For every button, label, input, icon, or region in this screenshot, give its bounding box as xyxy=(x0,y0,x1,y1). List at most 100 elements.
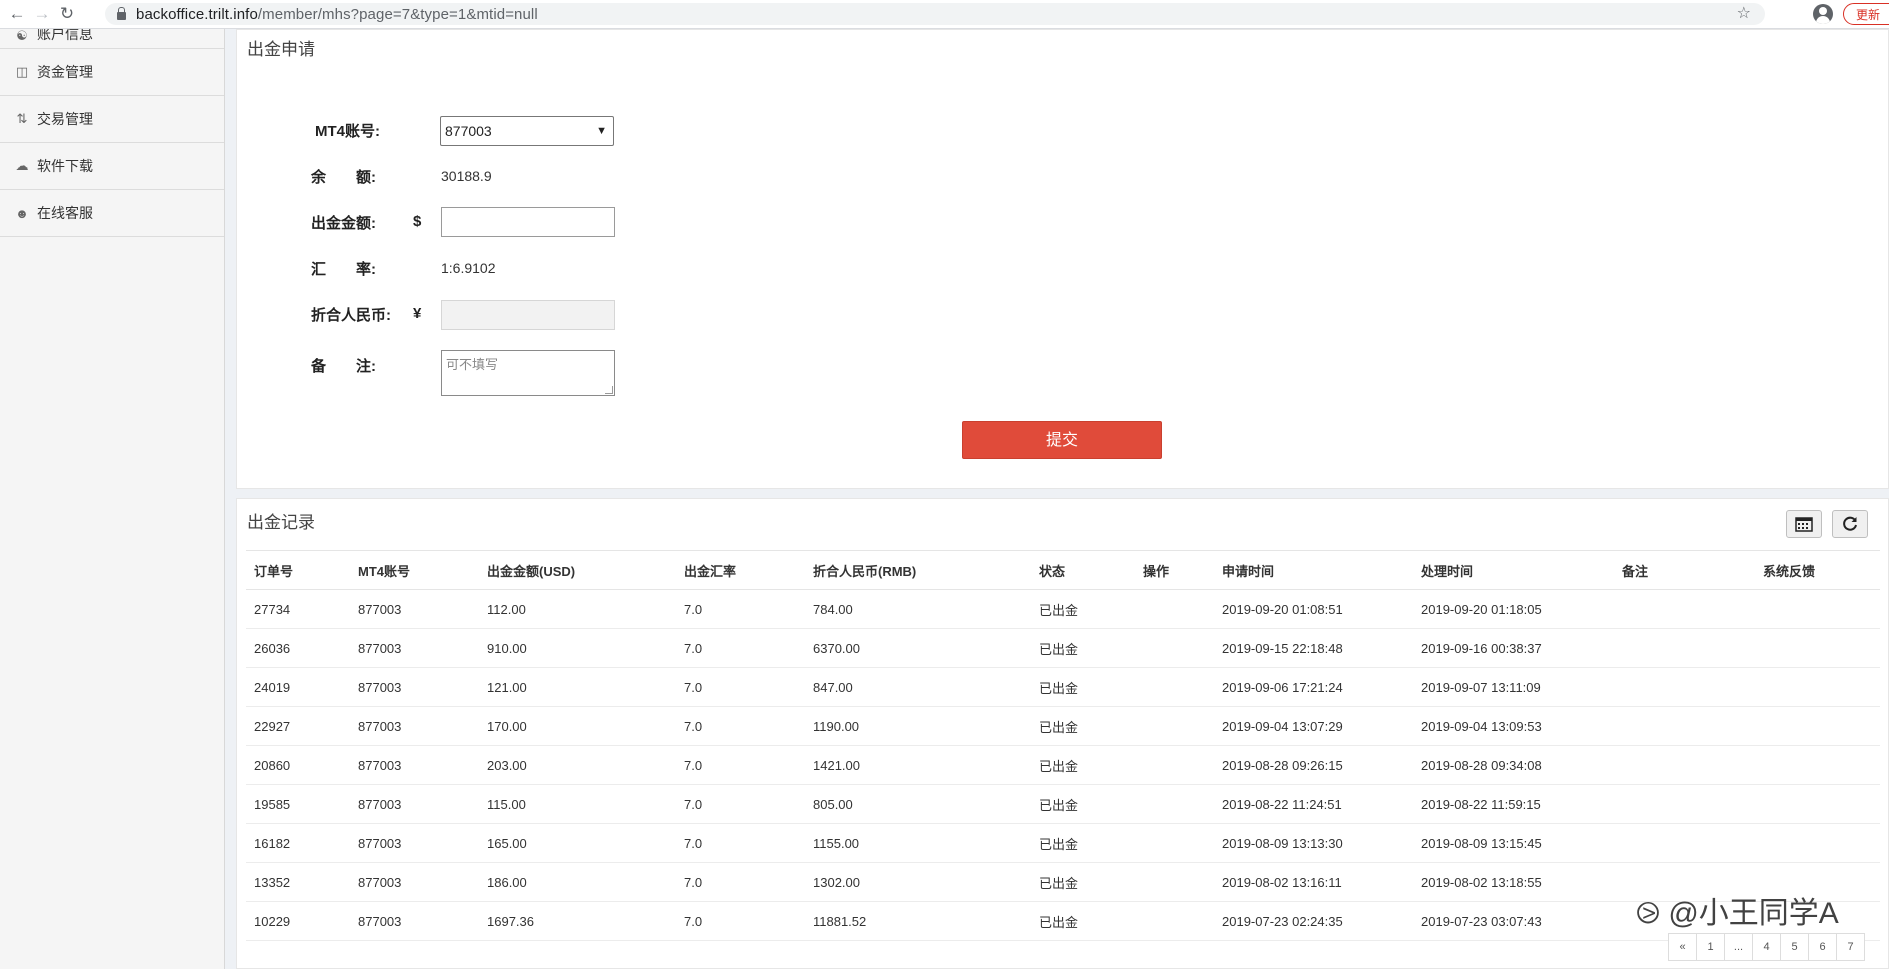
sidebar-item-support[interactable]: ☻ 在线客服 xyxy=(0,190,224,237)
dollar-symbol: $ xyxy=(413,213,422,230)
address-bar[interactable]: backoffice.trilt.info/member/mhs?page=7&… xyxy=(105,3,1765,25)
table-cell: 2019-08-28 09:34:08 xyxy=(1413,745,1614,785)
sidebar-item-trade[interactable]: ⇅ 交易管理 xyxy=(0,96,224,143)
sidebar-item-label: 资金管理 xyxy=(37,64,93,80)
table-cell: 7.0 xyxy=(676,745,805,785)
table-cell: 805.00 xyxy=(805,784,1031,824)
url-text: backoffice.trilt.info/member/mhs?page=7&… xyxy=(136,6,538,23)
account-select[interactable]: 877003 ▼ xyxy=(440,116,614,146)
table-cell xyxy=(1614,628,1755,668)
sidebar-item-download[interactable]: ☁ 软件下载 xyxy=(0,143,224,190)
page-ellipsis: ... xyxy=(1724,933,1753,961)
table-cell: 121.00 xyxy=(479,667,676,707)
table-cell xyxy=(1614,823,1755,863)
table-cell: 7.0 xyxy=(676,706,805,746)
column-header: 出金金额(USD) xyxy=(479,550,676,590)
forward-icon[interactable]: → xyxy=(31,3,53,25)
sidebar-item-funds[interactable]: ◫ 资金管理 xyxy=(0,49,224,96)
column-header: 状态 xyxy=(1031,550,1135,590)
table-row: 27734 877003 112.00 7.0 784.00 已出金 2019-09-20 … xyxy=(246,589,1880,629)
column-header: 订单号 xyxy=(246,550,350,590)
table-cell: 24019 xyxy=(246,667,350,707)
note-textarea[interactable]: 可不填写 xyxy=(441,350,615,396)
account-label: MT4账号: xyxy=(315,123,380,140)
note-row: 备 注: xyxy=(311,355,376,376)
table-row: 16182 877003 165.00 7.0 1155.00 已出金 2019-08-09… xyxy=(246,823,1880,863)
table-header-row: 订单号 MT4账号 出金金额(USD) 出金汇率 折合人民币(RMB) 状态 操… xyxy=(246,550,1880,590)
profile-avatar-icon[interactable] xyxy=(1813,4,1833,24)
table-cell: 2019-08-09 13:13:30 xyxy=(1214,823,1413,863)
page-button[interactable]: 6 xyxy=(1808,933,1837,961)
watermark: ⧁ @小王同学A xyxy=(1636,888,1839,932)
table-cell: 2019-09-04 13:07:29 xyxy=(1214,706,1413,746)
table-cell: 2019-08-09 13:15:45 xyxy=(1413,823,1614,863)
amount-row: 出金金额: xyxy=(311,212,376,233)
table-cell: 877003 xyxy=(350,589,479,629)
table-cell: 10229 xyxy=(246,901,350,941)
page-button[interactable]: 1 xyxy=(1696,933,1725,961)
table-cell xyxy=(1135,706,1214,746)
sidebar-item-label: 软件下载 xyxy=(37,158,93,174)
page-button[interactable]: 7 xyxy=(1836,933,1865,961)
table-row: 13352 877003 186.00 7.0 1302.00 已出金 2019-08-02… xyxy=(246,862,1880,902)
calendar-button[interactable] xyxy=(1786,510,1822,538)
table-cell: 877003 xyxy=(350,823,479,863)
bookmark-star-icon[interactable]: ☆ xyxy=(1737,3,1751,25)
table-row: 22927 877003 170.00 7.0 1190.00 已出金 2019-09-04… xyxy=(246,706,1880,746)
url-path: /member/mhs?page=7&type=1&mtid=null xyxy=(257,5,538,23)
table-cell: 877003 xyxy=(350,628,479,668)
table-cell xyxy=(1755,745,1880,785)
sidebar-item-account[interactable]: ☯ 账户信息 xyxy=(0,29,224,49)
refresh-button[interactable] xyxy=(1832,510,1868,538)
sidebar: ☯ 账户信息 ◫ 资金管理 ⇅ 交易管理 ☁ 软件下载 ☻ 在线客服 xyxy=(0,29,225,969)
page-button[interactable]: 5 xyxy=(1780,933,1809,961)
rmb-label: 折合人民币: xyxy=(311,307,391,324)
table-cell: 2019-07-23 03:07:43 xyxy=(1413,901,1614,941)
table-cell xyxy=(1755,784,1880,824)
withdraw-form-title: 出金申请 xyxy=(247,40,315,59)
table-cell: 27734 xyxy=(246,589,350,629)
table-cell: 7.0 xyxy=(676,589,805,629)
watermark-logo-icon: ⧁ xyxy=(1636,897,1660,930)
table-cell: 186.00 xyxy=(479,862,676,902)
table-cell: 1155.00 xyxy=(805,823,1031,863)
table-cell: 847.00 xyxy=(805,667,1031,707)
pagination: «1... 4 5 6 7 xyxy=(1668,933,1865,961)
table-cell: 2019-08-02 13:18:55 xyxy=(1413,862,1614,902)
funds-icon: ◫ xyxy=(15,64,29,79)
table-cell xyxy=(1614,745,1755,785)
table-cell: 2019-08-22 11:59:15 xyxy=(1413,784,1614,824)
back-icon[interactable]: ← xyxy=(6,3,28,25)
submit-button[interactable]: 提交 xyxy=(962,421,1162,459)
table-cell xyxy=(1135,589,1214,629)
rmb-row: 折合人民币: xyxy=(311,304,391,325)
note-label: 备 注: xyxy=(311,358,376,375)
table-cell: 2019-09-06 17:21:24 xyxy=(1214,667,1413,707)
url-host: backoffice.trilt.info xyxy=(136,5,258,23)
refresh-icon xyxy=(1843,516,1857,531)
table-cell: 已出金 xyxy=(1031,784,1135,824)
column-header: 备注 xyxy=(1614,550,1755,590)
table-cell: 2019-09-20 01:18:05 xyxy=(1413,589,1614,629)
table-cell: 7.0 xyxy=(676,667,805,707)
account-icon: ☯ xyxy=(16,29,28,43)
page-button[interactable]: 4 xyxy=(1752,933,1781,961)
records-title: 出金记录 xyxy=(247,513,315,532)
table-cell: 877003 xyxy=(350,862,479,902)
lock-icon xyxy=(117,7,126,20)
table-cell: 7.0 xyxy=(676,901,805,941)
page-prev-button[interactable]: « xyxy=(1668,933,1697,961)
reload-icon[interactable]: ↻ xyxy=(56,3,78,25)
amount-input[interactable] xyxy=(441,207,615,237)
column-header: 申请时间 xyxy=(1214,550,1413,590)
table-cell: 2019-08-02 13:16:11 xyxy=(1214,862,1413,902)
table-cell: 203.00 xyxy=(479,745,676,785)
table-row: 24019 877003 121.00 7.0 847.00 已出金 2019-09-06 … xyxy=(246,667,1880,707)
resize-grip-icon[interactable] xyxy=(605,386,613,394)
rate-row: 汇 率: xyxy=(311,258,376,279)
download-icon: ☁ xyxy=(15,158,29,173)
browser-update-button[interactable]: 更新 xyxy=(1843,3,1889,25)
account-row: MT4账号: xyxy=(315,120,380,141)
table-cell: 7.0 xyxy=(676,784,805,824)
balance-value: 30188.9 xyxy=(441,168,492,184)
